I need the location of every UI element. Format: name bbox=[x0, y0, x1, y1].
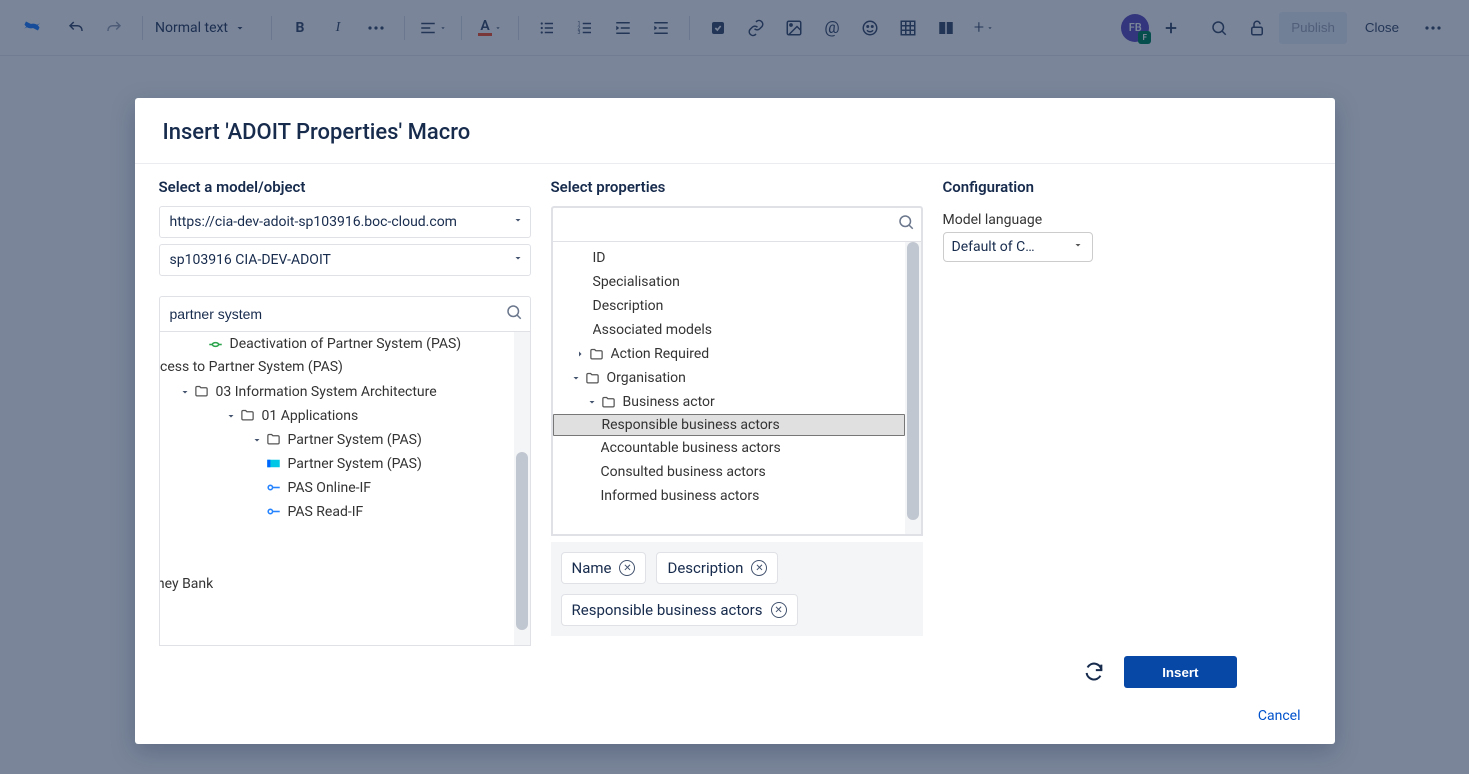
chevron-right-icon bbox=[573, 348, 587, 360]
chevron-down-icon bbox=[569, 372, 583, 384]
property-item-label: Accountable business actors bbox=[601, 440, 781, 456]
property-item-label: ID bbox=[593, 250, 606, 266]
tree-item-label: PAS Online-IF bbox=[288, 480, 372, 496]
refresh-button[interactable] bbox=[1082, 660, 1106, 684]
property-item-label: Consulted business actors bbox=[601, 464, 766, 480]
property-search-input[interactable] bbox=[551, 206, 923, 242]
insert-button[interactable]: Insert bbox=[1124, 656, 1236, 688]
property-chip: Name ✕ bbox=[561, 552, 647, 584]
tree-item-label: Deactivation of Partner System (PAS) bbox=[230, 336, 462, 352]
modal-title: Insert 'ADOIT Properties' Macro bbox=[163, 120, 1307, 145]
tree-item[interactable]: Withdrawal of write access to Partner Sy… bbox=[159, 356, 514, 380]
chevron-down-icon bbox=[512, 252, 524, 268]
modal-overlay: Insert 'ADOIT Properties' Macro Select a… bbox=[0, 0, 1469, 774]
chevron-down-icon bbox=[250, 434, 264, 446]
search-icon bbox=[505, 303, 523, 325]
tree-item[interactable]: PAS Online-IF bbox=[159, 476, 514, 500]
chevron-down-icon bbox=[224, 410, 238, 422]
repo-select[interactable]: sp103916 CIA-DEV-ADOIT bbox=[159, 244, 531, 276]
macro-modal: Insert 'ADOIT Properties' Macro Select a… bbox=[135, 98, 1335, 744]
scrollbar[interactable] bbox=[905, 242, 921, 534]
scrollbar[interactable] bbox=[514, 332, 530, 645]
tree-item-label: Withdrawal of write access to Partner Sy… bbox=[159, 359, 343, 377]
model-language-value: Default of C… bbox=[952, 239, 1035, 255]
property-tree: ID Specialisation Description Associated mo… bbox=[551, 242, 923, 536]
select-properties-heading: Select properties bbox=[551, 178, 923, 196]
tree-item[interactable]: 02 EAM bbox=[159, 596, 514, 620]
folder-icon bbox=[601, 394, 617, 410]
chevron-down-icon bbox=[1072, 239, 1084, 255]
chip-label: Description bbox=[667, 559, 743, 577]
property-item[interactable]: Business actor bbox=[553, 390, 905, 414]
property-item-label: Action Required bbox=[611, 346, 710, 362]
url-value: https://cia-dev-adoit-sp103916.boc-cloud… bbox=[170, 214, 457, 230]
tree-item-label: 01 Applications bbox=[262, 408, 359, 424]
tree-item-label: Partner System (PAS) bbox=[288, 456, 422, 472]
tree-item[interactable]: Models bbox=[159, 548, 514, 572]
property-item[interactable]: Accountable business actors bbox=[553, 436, 905, 460]
model-search-input[interactable] bbox=[159, 296, 531, 332]
property-item-label: Specialisation bbox=[593, 274, 680, 290]
tree-item[interactable]: Deactivation of Partner System (PAS) bbox=[159, 332, 514, 356]
folder-icon bbox=[585, 370, 601, 386]
property-item-label: Description bbox=[593, 298, 664, 314]
chevron-down-icon bbox=[178, 386, 192, 398]
tree-item-label: PAS Read-IF bbox=[288, 504, 364, 520]
folder-icon bbox=[240, 408, 256, 424]
tree-item[interactable]: PAS Read-IF bbox=[159, 500, 514, 524]
property-item[interactable]: Description bbox=[553, 294, 905, 318]
property-item[interactable]: Action Required bbox=[553, 342, 905, 366]
tree-item[interactable]: 03 Information System Architecture bbox=[159, 380, 514, 404]
tree-item[interactable]: 01 Applications bbox=[159, 404, 514, 428]
chevron-down-icon bbox=[585, 396, 599, 408]
property-item[interactable]: Specialisation bbox=[553, 270, 905, 294]
property-chip: Description ✕ bbox=[656, 552, 778, 584]
model-language-select[interactable]: Default of C… bbox=[943, 232, 1093, 262]
folder-icon bbox=[266, 432, 282, 448]
property-item-label: Responsible business actors bbox=[602, 417, 780, 433]
chip-label: Responsible business actors bbox=[572, 601, 763, 619]
tree-item[interactable]: Partner System (PAS) bbox=[159, 452, 514, 476]
chip-remove-button[interactable]: ✕ bbox=[771, 602, 787, 618]
property-item[interactable]: Consulted business actors bbox=[553, 460, 905, 484]
property-item[interactable]: Associated models bbox=[553, 318, 905, 342]
tree-item[interactable]: 01 ADOmoney Bank bbox=[159, 572, 514, 596]
folder-icon bbox=[194, 384, 210, 400]
blue-icon bbox=[266, 480, 282, 496]
model-tree: Deactivation of Partner System (PAS) With… bbox=[159, 332, 531, 646]
chip-remove-button[interactable]: ✕ bbox=[619, 560, 635, 576]
url-select[interactable]: https://cia-dev-adoit-sp103916.boc-cloud… bbox=[159, 206, 531, 238]
tree-item[interactable]: Partner System (PAS) bbox=[159, 428, 514, 452]
property-item[interactable]: Responsible business actors bbox=[553, 414, 905, 436]
blue-icon bbox=[266, 504, 282, 520]
green-icon bbox=[208, 336, 224, 352]
cyan-icon bbox=[266, 456, 282, 472]
tree-item-label: 01 ADOmoney Bank bbox=[159, 576, 214, 592]
tree-item[interactable]: Models bbox=[159, 524, 514, 548]
property-item-label: Organisation bbox=[607, 370, 686, 386]
tree-item-label: Partner System (PAS) bbox=[288, 432, 422, 448]
select-model-heading: Select a model/object bbox=[159, 178, 531, 196]
repo-value: sp103916 CIA-DEV-ADOIT bbox=[170, 252, 331, 268]
chevron-down-icon bbox=[512, 214, 524, 230]
selected-properties-chips: Name✕Description✕Responsible business ac… bbox=[551, 542, 923, 636]
model-language-label: Model language bbox=[943, 212, 1311, 228]
property-item[interactable]: Informed business actors bbox=[553, 484, 905, 508]
cancel-button[interactable]: Cancel bbox=[1258, 708, 1301, 724]
property-chip: Responsible business actors ✕ bbox=[561, 594, 798, 626]
folder-icon bbox=[589, 346, 605, 362]
tree-item-label: 03 Information System Architecture bbox=[216, 384, 437, 400]
chip-remove-button[interactable]: ✕ bbox=[751, 560, 767, 576]
chip-label: Name bbox=[572, 559, 612, 577]
property-item-label: Business actor bbox=[623, 394, 715, 410]
configuration-heading: Configuration bbox=[943, 178, 1311, 196]
property-item-label: Associated models bbox=[593, 322, 713, 338]
property-item[interactable]: ID bbox=[553, 246, 905, 270]
search-icon bbox=[897, 213, 915, 235]
property-item[interactable]: Organisation bbox=[553, 366, 905, 390]
property-item-label: Informed business actors bbox=[601, 488, 760, 504]
